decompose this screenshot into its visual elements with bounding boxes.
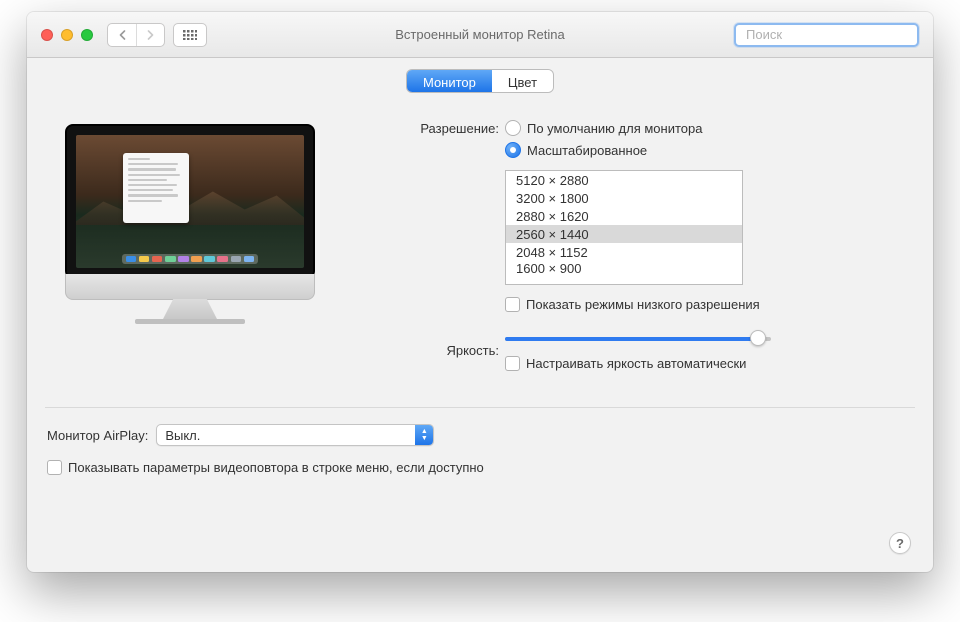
resolution-option[interactable]: 2560 × 1440	[506, 225, 742, 243]
mirroring-row[interactable]: Показывать параметры видеоповтора в стро…	[47, 460, 913, 475]
content-area: Монитор Цвет	[27, 58, 933, 572]
search-field[interactable]	[734, 23, 919, 47]
nav-segment	[107, 23, 165, 47]
resolution-list[interactable]: 5120 × 28803200 × 18002880 × 16202560 × …	[505, 170, 743, 285]
tab-monitor[interactable]: Монитор	[407, 70, 492, 92]
zoom-icon[interactable]	[81, 29, 93, 41]
brightness-row: Яркость: Настраивать яркость автоматичес…	[365, 328, 905, 371]
radio-icon	[505, 120, 521, 136]
window-controls	[41, 29, 93, 41]
resolution-row: Разрешение: По умолчанию для монитора Ма…	[365, 120, 905, 312]
back-button[interactable]	[108, 24, 136, 46]
main-grid: Разрешение: По умолчанию для монитора Ма…	[45, 92, 915, 379]
checkbox-icon	[47, 460, 62, 475]
select-stepper-icon: ▲▼	[415, 425, 433, 445]
brightness-label: Яркость:	[365, 342, 505, 358]
close-icon[interactable]	[41, 29, 53, 41]
brightness-slider[interactable]	[505, 330, 771, 346]
bottom-section: Монитор AirPlay: Выкл. ▲▼ Показывать пар…	[45, 424, 915, 475]
resolution-option[interactable]: 3200 × 1800	[506, 189, 742, 207]
radio-scaled[interactable]: Масштабированное	[505, 142, 760, 158]
tab-color[interactable]: Цвет	[492, 70, 553, 92]
forward-button[interactable]	[136, 24, 164, 46]
radio-icon	[505, 142, 521, 158]
airplay-select[interactable]: Выкл. ▲▼	[156, 424, 434, 446]
tab-segment: Монитор Цвет	[407, 70, 553, 92]
resolution-label: Разрешение:	[365, 120, 505, 136]
resolution-option[interactable]: 5120 × 2880	[506, 171, 742, 189]
resolution-option[interactable]: 1600 × 900	[506, 261, 742, 273]
airplay-row: Монитор AirPlay: Выкл. ▲▼	[47, 424, 913, 446]
radio-default[interactable]: По умолчанию для монитора	[505, 120, 760, 136]
minimize-icon[interactable]	[61, 29, 73, 41]
show-low-res-label: Показать режимы низкого разрешения	[526, 297, 760, 312]
display-preview	[45, 120, 335, 379]
preferences-window: Встроенный монитор Retina Монитор Цвет	[27, 12, 933, 572]
show-low-res-row[interactable]: Показать режимы низкого разрешения	[505, 297, 760, 312]
mirroring-label: Показывать параметры видеоповтора в стро…	[68, 460, 484, 475]
resolution-option[interactable]: 2880 × 1620	[506, 207, 742, 225]
help-button[interactable]: ?	[889, 532, 911, 554]
imac-illustration	[65, 124, 315, 324]
show-all-button[interactable]	[173, 23, 207, 47]
auto-brightness-row[interactable]: Настраивать яркость автоматически	[505, 356, 771, 371]
auto-brightness-label: Настраивать яркость автоматически	[526, 356, 746, 371]
airplay-value: Выкл.	[157, 428, 415, 443]
checkbox-icon	[505, 356, 520, 371]
search-input[interactable]	[746, 27, 922, 42]
checkbox-icon	[505, 297, 520, 312]
airplay-label: Монитор AirPlay:	[47, 428, 148, 443]
divider	[45, 407, 915, 408]
resolution-option[interactable]: 2048 × 1152	[506, 243, 742, 261]
titlebar: Встроенный монитор Retina	[27, 12, 933, 58]
radio-default-label: По умолчанию для монитора	[527, 121, 702, 136]
grid-icon	[183, 30, 197, 40]
tab-bar: Монитор Цвет	[45, 70, 915, 92]
radio-scaled-label: Масштабированное	[527, 143, 647, 158]
settings-column: Разрешение: По умолчанию для монитора Ма…	[365, 120, 915, 379]
